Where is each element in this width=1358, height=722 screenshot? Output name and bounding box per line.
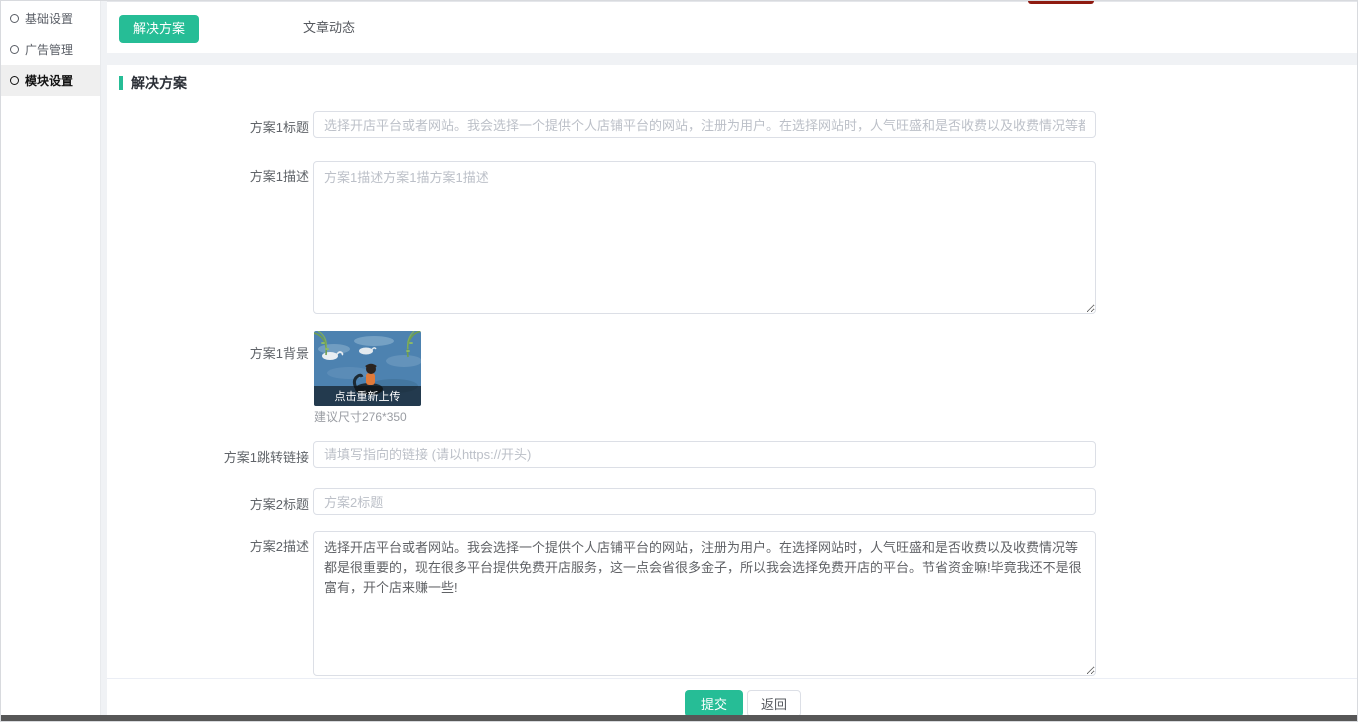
plan2-desc-textarea[interactable]: 选择开店平台或者网站。我会选择一个提供个人店铺平台的网站，注册为用户。在选择网站…	[313, 531, 1096, 676]
tab-article-news[interactable]: 文章动态	[303, 2, 355, 54]
plan1-link-label: 方案1跳转链接	[107, 447, 309, 466]
plan1-desc-label: 方案1描述	[107, 166, 309, 185]
upload-size-hint: 建议尺寸276*350	[314, 408, 407, 425]
plan1-title-label: 方案1标题	[107, 117, 309, 136]
sidebar: 基础设置 广告管理 模块设置	[1, 1, 101, 717]
horizontal-scrollbar[interactable]	[1, 715, 1357, 721]
reupload-overlay-button[interactable]: 点击重新上传	[314, 386, 421, 406]
sidebar-item-label: 广告管理	[25, 41, 73, 58]
section-title: 解决方案	[131, 73, 187, 93]
plan2-desc-label: 方案2描述	[107, 536, 309, 555]
circle-icon	[10, 14, 19, 23]
sidebar-item-label: 模块设置	[25, 72, 73, 89]
sidebar-item-module-settings[interactable]: 模块设置	[1, 65, 100, 96]
back-button[interactable]: 返回	[747, 690, 801, 717]
plan1-bg-label: 方案1背景	[107, 343, 309, 362]
section-accent-bar	[119, 76, 123, 90]
plan2-title-label: 方案2标题	[107, 494, 309, 513]
circle-icon	[10, 45, 19, 54]
sidebar-item-basic-settings[interactable]: 基础设置	[1, 3, 100, 34]
tab-solution[interactable]: 解决方案	[119, 15, 199, 43]
circle-icon	[10, 76, 19, 85]
page: 基础设置 广告管理 模块设置 解决方案 文章动态 解决方案 方案1标题 方案1描…	[0, 0, 1358, 722]
plan1-desc-textarea[interactable]: 方案1描述方案1描方案1描述	[313, 161, 1096, 314]
plan1-link-input[interactable]	[313, 441, 1096, 468]
top-red-notch	[1028, 1, 1094, 4]
sidebar-item-label: 基础设置	[25, 10, 73, 27]
footer-divider	[107, 678, 1357, 679]
tab-bar: 解决方案 文章动态	[107, 1, 1357, 53]
plan1-title-input[interactable]	[313, 111, 1096, 138]
section-header: 解决方案	[119, 73, 187, 93]
sidebar-item-ad-management[interactable]: 广告管理	[1, 34, 100, 65]
content-panel: 解决方案 方案1标题 方案1描述 方案1描述方案1描方案1描述 方案1背景	[107, 65, 1357, 717]
plan2-title-input[interactable]	[313, 488, 1096, 515]
plan1-bg-upload[interactable]: 点击重新上传	[314, 331, 421, 406]
submit-button[interactable]: 提交	[685, 690, 743, 717]
